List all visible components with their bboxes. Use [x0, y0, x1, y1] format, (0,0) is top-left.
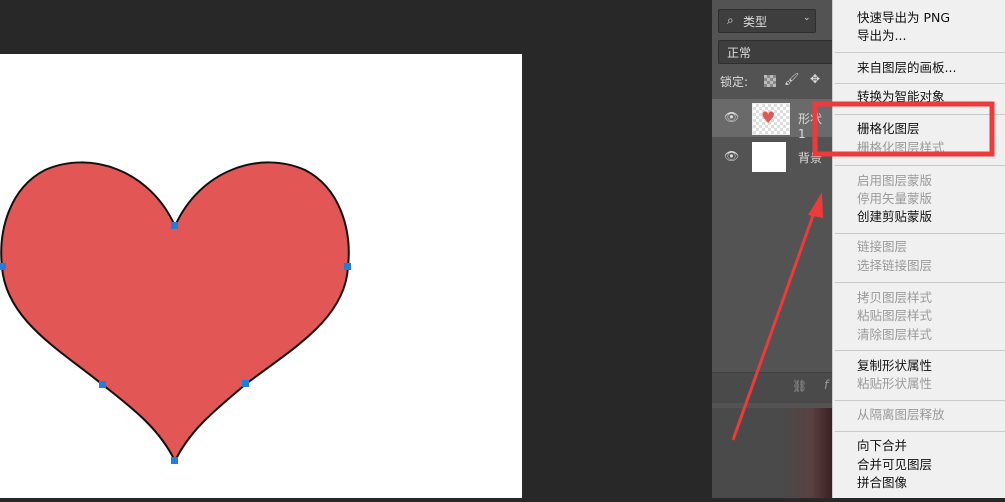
- arrow-head: [808, 192, 823, 218]
- annotation-overlay: [731, 101, 995, 441]
- highlight-box: [812, 101, 995, 157]
- annotation-arrow: [731, 209, 817, 441]
